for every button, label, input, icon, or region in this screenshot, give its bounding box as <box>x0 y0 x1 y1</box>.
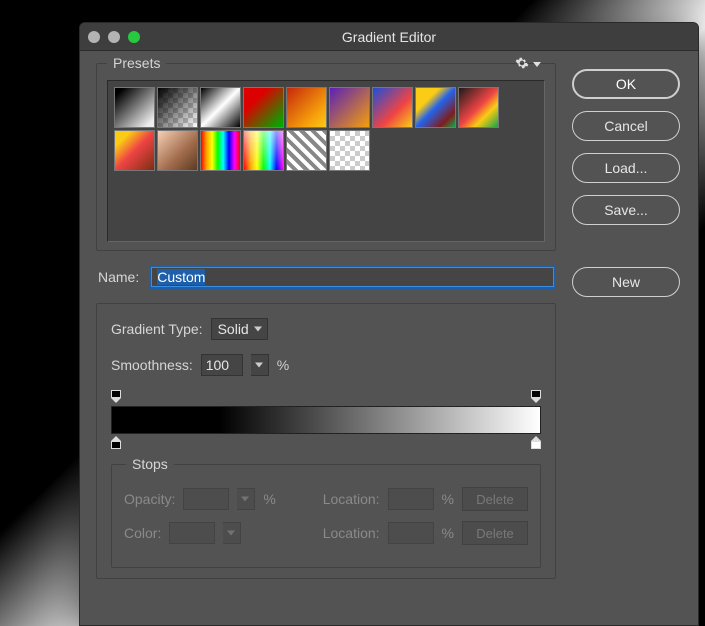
titlebar[interactable]: Gradient Editor <box>80 23 698 51</box>
gradient-type-select[interactable]: Solid <box>211 318 268 340</box>
chevron-down-icon <box>241 497 249 502</box>
smoothness-input[interactable] <box>201 354 243 376</box>
presets-list[interactable] <box>107 80 545 242</box>
opacity-unit: % <box>263 491 275 507</box>
preset-swatch[interactable] <box>458 87 499 128</box>
opacity-location-input[interactable] <box>388 488 434 510</box>
maximize-window-button[interactable] <box>128 31 140 43</box>
color-stop[interactable] <box>530 436 542 450</box>
preset-swatch[interactable] <box>415 87 456 128</box>
minimize-window-button[interactable] <box>108 31 120 43</box>
gradient-type-value: Solid <box>218 321 249 337</box>
close-window-button[interactable] <box>88 31 100 43</box>
opacity-stop[interactable] <box>110 390 122 404</box>
smoothness-label: Smoothness: <box>111 357 193 373</box>
cancel-button[interactable]: Cancel <box>572 111 680 141</box>
save-button[interactable]: Save... <box>572 195 680 225</box>
preset-swatch[interactable] <box>114 87 155 128</box>
gradient-type-label: Gradient Type: <box>111 321 203 337</box>
opacity-label: Opacity: <box>124 491 175 507</box>
color-stop[interactable] <box>110 436 122 450</box>
color-location-unit: % <box>442 525 454 541</box>
gradient-settings: Gradient Type: Solid Smoothness: % <box>96 303 556 579</box>
preset-swatch[interactable] <box>329 130 370 171</box>
left-column: Presets <box>96 63 556 579</box>
load-button[interactable]: Load... <box>572 153 680 183</box>
opacity-location-label: Location: <box>323 491 380 507</box>
gradient-bar[interactable] <box>111 406 541 434</box>
stops-fieldset: Stops Opacity: % Location: % Delete Colo… <box>111 464 541 568</box>
delete-opacity-stop-button[interactable]: Delete <box>462 487 528 511</box>
name-row: Name: <box>98 265 556 289</box>
dialog-content: Presets <box>80 51 698 589</box>
preset-swatch[interactable] <box>329 87 370 128</box>
opacity-input[interactable] <box>183 488 229 510</box>
stops-label: Stops <box>126 456 174 472</box>
preset-swatch[interactable] <box>200 130 241 171</box>
gradient-ramp <box>111 390 541 450</box>
preset-swatch[interactable] <box>243 130 284 171</box>
opacity-stop[interactable] <box>530 390 542 404</box>
color-swatch-input[interactable] <box>169 522 215 544</box>
chevron-down-icon <box>227 531 235 536</box>
gear-icon <box>515 56 529 73</box>
gradient-editor-window: Gradient Editor Presets <box>79 22 699 626</box>
presets-fieldset: Presets <box>96 63 556 251</box>
preset-swatch[interactable] <box>372 87 413 128</box>
preset-swatch[interactable] <box>243 87 284 128</box>
ok-button[interactable]: OK <box>572 69 680 99</box>
window-title: Gradient Editor <box>80 29 698 45</box>
preset-swatch[interactable] <box>157 130 198 171</box>
preset-swatch[interactable] <box>200 87 241 128</box>
name-input[interactable] <box>149 265 556 289</box>
presets-label: Presets <box>107 55 166 71</box>
window-controls <box>88 31 140 43</box>
preset-swatch[interactable] <box>286 87 327 128</box>
preset-swatch[interactable] <box>157 87 198 128</box>
color-label: Color: <box>124 525 161 541</box>
name-label: Name: <box>98 269 139 285</box>
chevron-down-icon <box>533 62 541 67</box>
new-button[interactable]: New <box>572 267 680 297</box>
presets-menu-button[interactable] <box>515 56 541 73</box>
right-column: OK Cancel Load... Save... New <box>572 63 682 579</box>
color-picker-button[interactable] <box>223 522 241 544</box>
color-location-label: Location: <box>323 525 380 541</box>
chevron-down-icon <box>254 327 262 332</box>
opacity-location-unit: % <box>442 491 454 507</box>
preset-swatch[interactable] <box>114 130 155 171</box>
delete-color-stop-button[interactable]: Delete <box>462 521 528 545</box>
preset-swatch[interactable] <box>286 130 327 171</box>
color-location-input[interactable] <box>388 522 434 544</box>
opacity-stepper[interactable] <box>237 488 255 510</box>
chevron-down-icon <box>255 363 263 368</box>
smoothness-stepper[interactable] <box>251 354 269 376</box>
smoothness-unit: % <box>277 357 289 373</box>
